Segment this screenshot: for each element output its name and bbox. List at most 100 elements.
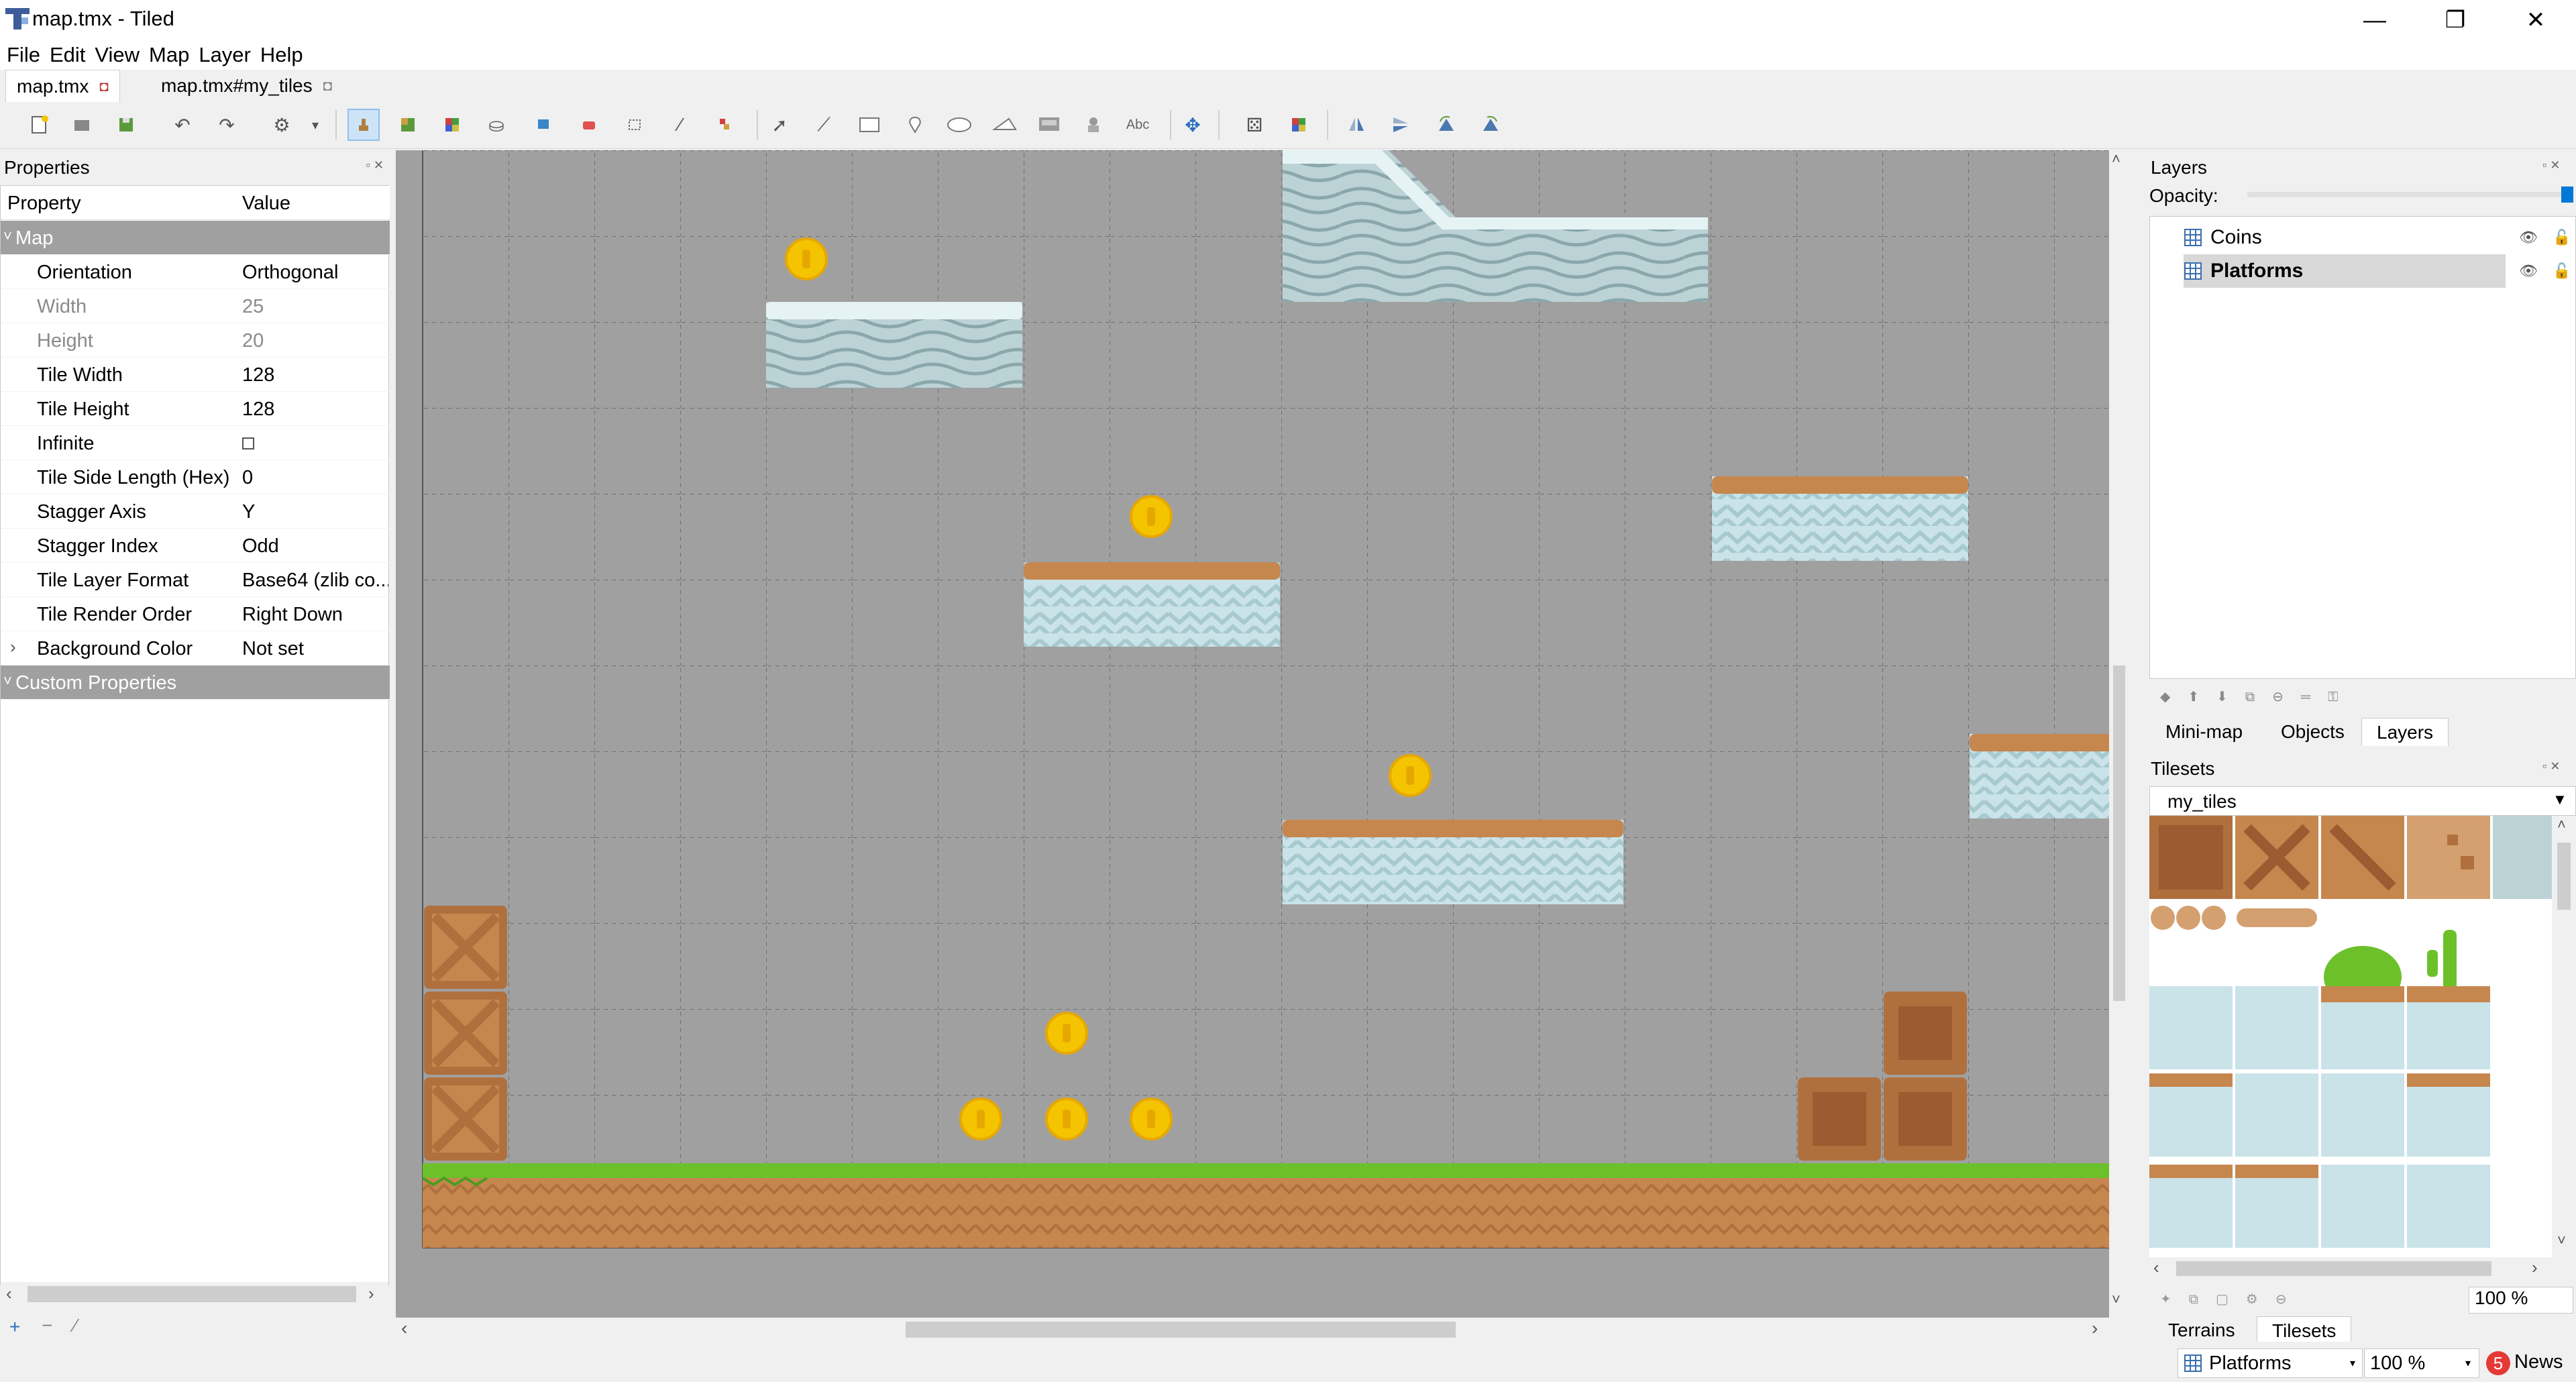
layer-select[interactable]: Platforms ▾: [2178, 1348, 2363, 1378]
select-objects-icon[interactable]: ➚: [763, 109, 796, 141]
flip-vertical-icon[interactable]: [1385, 109, 1417, 141]
chevron-down-icon[interactable]: ▾: [2465, 1357, 2471, 1370]
chevron-down-icon[interactable]: ˅: [3, 227, 12, 245]
menu-edit[interactable]: Edit: [47, 43, 92, 67]
tile[interactable]: [2235, 986, 2318, 1069]
rotate-right-icon[interactable]: [1474, 109, 1507, 141]
map-hscrollbar[interactable]: ‹ ›: [396, 1318, 2116, 1342]
property-row[interactable]: Stagger Index Odd: [1, 529, 390, 563]
panel-float-close-icon[interactable]: ▫ ✕: [2542, 759, 2560, 774]
opacity-slider-handle[interactable]: [2561, 187, 2573, 203]
tab-layers[interactable]: Layers: [2361, 718, 2449, 746]
tileset-dropdown[interactable]: my_tiles ▼: [2149, 786, 2576, 816]
property-value[interactable]: Odd: [242, 535, 388, 557]
property-value[interactable]: 0: [242, 467, 388, 489]
property-value[interactable]: Right Down: [242, 604, 388, 626]
scroll-left-icon[interactable]: ‹: [6, 1283, 12, 1304]
scroll-left-icon[interactable]: ‹: [2153, 1257, 2159, 1278]
map-group-row[interactable]: ˅ Map: [1, 221, 390, 255]
eye-icon[interactable]: 👁: [2519, 262, 2538, 280]
insert-text-icon[interactable]: Abc: [1122, 109, 1154, 141]
close-button[interactable]: ✕: [2496, 0, 2576, 40]
menu-help[interactable]: Help: [258, 43, 310, 67]
tile[interactable]: [2321, 816, 2404, 899]
stamp-brush-icon[interactable]: [347, 109, 380, 141]
shape-fill-icon[interactable]: [527, 109, 559, 141]
scroll-right-icon[interactable]: ›: [368, 1283, 374, 1304]
panel-float-close-icon[interactable]: ▫ ✕: [2542, 158, 2560, 172]
property-value[interactable]: 128: [242, 364, 388, 386]
layer-item-coins[interactable]: Coins 👁 🔓: [2184, 221, 2571, 254]
tab-terrains[interactable]: Terrains: [2153, 1316, 2250, 1344]
tile[interactable]: [2407, 1073, 2490, 1157]
properties-hscrollbar[interactable]: ‹ ›: [1, 1282, 388, 1306]
scroll-up-icon[interactable]: ˄: [2112, 150, 2121, 168]
command-icon[interactable]: ⚙: [266, 109, 298, 141]
save-icon[interactable]: [110, 109, 142, 141]
insert-polygon-icon[interactable]: [989, 109, 1021, 141]
lock-icon[interactable]: 🔓: [2553, 262, 2571, 280]
wang-brush-icon[interactable]: [436, 109, 468, 141]
doc-tab-map[interactable]: map.tmx ◘: [5, 70, 120, 102]
terrain-brush-icon[interactable]: [392, 109, 424, 141]
tileset-tools-row[interactable]: ✦⧉▢⚙⊖: [2160, 1291, 2304, 1308]
close-tab-icon[interactable]: ◘: [99, 78, 108, 95]
chevron-down-icon[interactable]: ˅: [3, 672, 12, 690]
tile[interactable]: [2149, 1073, 2233, 1157]
map-view[interactable]: [396, 150, 2116, 1318]
custom-properties-group-row[interactable]: ˅ Custom Properties: [1, 666, 390, 700]
map-canvas[interactable]: [396, 150, 2116, 1318]
rename-property-button[interactable]: ⁄: [74, 1315, 77, 1336]
zoom-select[interactable]: 100 % ▾: [2364, 1348, 2479, 1378]
tile[interactable]: [2407, 816, 2490, 899]
tileset-hscrollbar[interactable]: ‹ ›: [2149, 1257, 2552, 1280]
scroll-down-icon[interactable]: ˅: [2557, 1232, 2566, 1249]
open-icon[interactable]: [66, 109, 98, 141]
scroll-thumb[interactable]: [906, 1322, 1456, 1338]
property-value[interactable]: Orthogonal: [242, 262, 388, 284]
eraser-icon[interactable]: [573, 109, 605, 141]
wang-fill-icon[interactable]: [1283, 109, 1315, 141]
magic-wand-icon[interactable]: ⁄: [664, 109, 696, 141]
chevron-down-icon[interactable]: ▼: [2553, 791, 2567, 808]
tile[interactable]: [2149, 816, 2233, 899]
tile[interactable]: [2235, 1165, 2318, 1248]
chevron-down-icon[interactable]: ▾: [2350, 1357, 2355, 1370]
scroll-thumb[interactable]: [2176, 1261, 2491, 1276]
menu-file[interactable]: File: [4, 43, 47, 67]
minimize-button[interactable]: —: [2334, 0, 2415, 40]
chevron-right-icon[interactable]: ›: [10, 637, 16, 657]
insert-point-icon[interactable]: [899, 109, 931, 141]
flip-horizontal-icon[interactable]: [1340, 109, 1373, 141]
insert-ellipse-icon[interactable]: [943, 109, 975, 141]
tile[interactable]: [2493, 816, 2552, 899]
property-row[interactable]: Tile Render Order Right Down: [1, 597, 390, 631]
insert-tile-icon[interactable]: [1033, 109, 1065, 141]
scroll-left-icon[interactable]: ‹: [401, 1318, 407, 1339]
maximize-button[interactable]: ❐: [2415, 0, 2496, 40]
tile[interactable]: [2149, 986, 2233, 1069]
bucket-fill-icon[interactable]: ⛀: [480, 109, 513, 141]
property-row[interactable]: Stagger Axis Y: [1, 494, 390, 529]
tileset-zoom-select[interactable]: 100 %: [2469, 1287, 2573, 1314]
property-value[interactable]: Y: [242, 501, 388, 523]
new-map-icon[interactable]: [23, 109, 55, 141]
tab-tilesets[interactable]: Tilesets: [2257, 1316, 2352, 1344]
scroll-down-icon[interactable]: ˅: [2112, 1291, 2121, 1308]
edit-polygons-icon[interactable]: ⟋: [808, 109, 840, 141]
menu-view[interactable]: View: [92, 43, 146, 67]
opacity-slider[interactable]: [2247, 187, 2573, 203]
tile[interactable]: [2321, 1073, 2404, 1157]
property-value[interactable]: Base64 (zlib co...: [242, 570, 388, 592]
property-row[interactable]: Width 25: [1, 289, 390, 323]
layer-offset-icon[interactable]: ✥: [1177, 109, 1209, 141]
property-row[interactable]: Tile Height 128: [1, 392, 390, 426]
insert-rectangle-icon[interactable]: [853, 109, 885, 141]
tile[interactable]: [2321, 986, 2404, 1069]
property-row[interactable]: Height 20: [1, 323, 390, 358]
menu-map[interactable]: Map: [146, 43, 196, 67]
scroll-thumb[interactable]: [2113, 666, 2125, 1001]
eye-icon[interactable]: 👁: [2519, 229, 2538, 246]
tile[interactable]: [2407, 986, 2490, 1069]
property-row[interactable]: Tile Layer Format Base64 (zlib co...: [1, 563, 390, 597]
